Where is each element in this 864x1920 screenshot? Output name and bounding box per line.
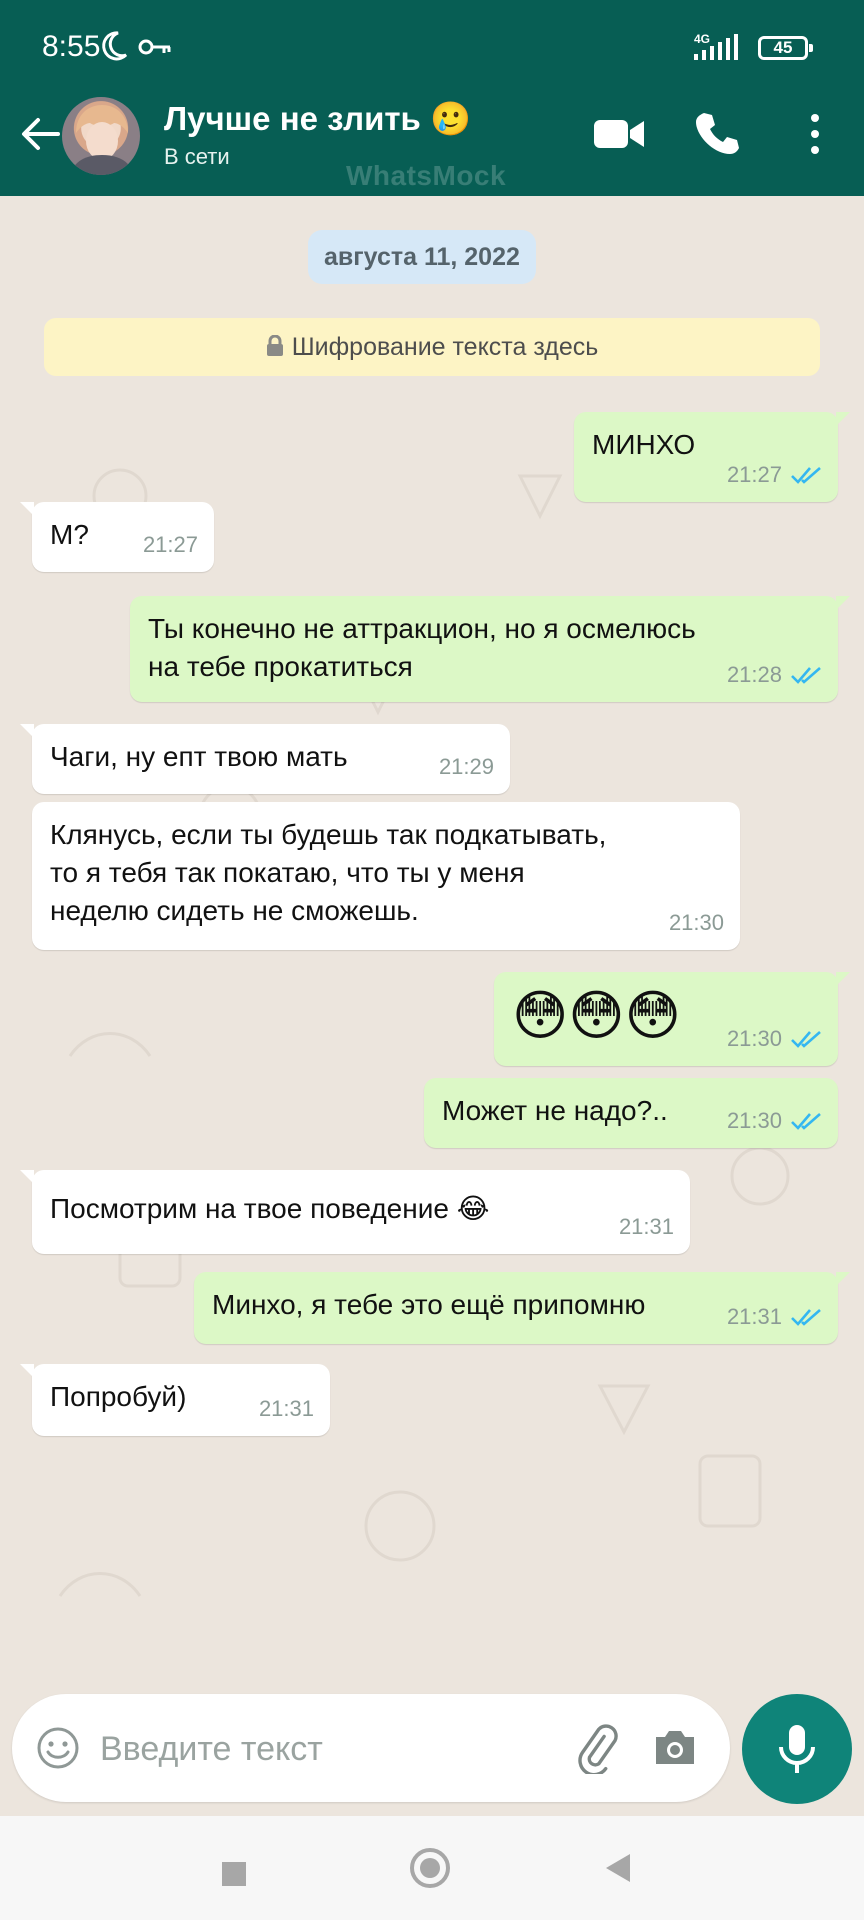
more-options-icon[interactable]	[800, 110, 830, 158]
message-outgoing[interactable]: Минхо, я тебе это ещё припомню 21:31	[194, 1272, 850, 1344]
message-input[interactable]	[98, 1722, 562, 1776]
message-text: Попробуй)	[50, 1381, 187, 1412]
message-time: 21:30	[726, 1108, 782, 1133]
message-time: 21:28	[726, 662, 782, 687]
message-incoming[interactable]: Клянусь, если ты будешь так подкатывать,…	[32, 802, 740, 950]
contact-name[interactable]: Лучше не злить 🥲	[164, 100, 471, 139]
read-ticks-icon	[791, 667, 821, 684]
phone-icon[interactable]	[694, 110, 740, 156]
message-time: 21:31	[726, 1304, 782, 1329]
message-incoming[interactable]: М? 21:27	[20, 502, 214, 572]
message-outgoing[interactable]: 😳😳😳 21:30	[494, 972, 850, 1066]
encryption-notice-text: Шифрование текста здесь	[291, 333, 599, 361]
message-text: Минхо, я тебе это ещё припомню	[212, 1289, 646, 1320]
message-text: Посмотрим на твое поведение 😂	[50, 1193, 490, 1224]
key-icon	[138, 39, 171, 55]
message-incoming[interactable]: Попробуй) 21:31	[20, 1364, 330, 1436]
message-time: 21:30	[668, 910, 724, 935]
message-outgoing[interactable]: Ты конечно не аттракцион, но я осмелюсь …	[130, 596, 850, 702]
battery-level: 45	[773, 38, 793, 57]
message-time: 21:31	[258, 1396, 314, 1421]
message-text: 😳😳😳	[512, 986, 681, 1046]
video-call-icon[interactable]	[592, 112, 646, 156]
mic-button[interactable]	[742, 1694, 852, 1804]
microphone-icon	[779, 1725, 815, 1773]
signal-icon: 4G	[692, 32, 744, 62]
chat-area[interactable]: августа 11, 2022 Шифрование текста здесь…	[0, 196, 864, 1690]
message-text: Клянусь, если ты будешь так подкатывать,…	[50, 819, 607, 926]
message-outgoing[interactable]: Может не надо?.. 21:30	[424, 1078, 838, 1148]
message-time: 21:27	[142, 532, 198, 557]
emoji-icon[interactable]	[36, 1726, 80, 1770]
status-time: 8:55	[42, 30, 101, 63]
recents-button[interactable]	[222, 1862, 246, 1886]
battery-icon: 45	[758, 36, 813, 60]
camera-icon[interactable]	[652, 1724, 698, 1770]
message-incoming[interactable]: Посмотрим на твое поведение 😂 21:31	[20, 1170, 690, 1254]
watermark: WhatsMock	[346, 160, 507, 191]
moon-icon	[102, 31, 128, 61]
chat-header: Лучше не злить 🥲 В сети WhatsMock	[0, 92, 864, 196]
read-ticks-icon	[791, 1031, 821, 1048]
message-text: Ты конечно не аттракцион, но я осмелюсь …	[148, 613, 696, 682]
paperclip-icon[interactable]	[572, 1722, 620, 1774]
encryption-notice[interactable]: Шифрование текста здесь	[44, 318, 820, 376]
message-time: 21:30	[726, 1026, 782, 1051]
message-text: МИНХО	[592, 429, 696, 460]
message-text: М?	[50, 519, 89, 550]
message-text: Чаги, ну епт твою мать	[50, 741, 348, 772]
status-bar: 8:55 4G 45	[0, 0, 864, 92]
read-ticks-icon	[791, 467, 821, 484]
message-text: Может не надо?..	[442, 1095, 668, 1126]
contact-status: В сети	[164, 144, 230, 169]
read-ticks-icon	[791, 1113, 821, 1130]
message-time: 21:29	[438, 754, 494, 779]
message-outgoing[interactable]: МИНХО 21:27	[574, 412, 850, 502]
message-time: 21:27	[726, 462, 782, 487]
read-ticks-icon	[791, 1309, 821, 1326]
message-incoming[interactable]: Чаги, ну епт твою мать 21:29	[20, 724, 510, 794]
date-chip: августа 11, 2022	[308, 230, 536, 284]
back-arrow-icon[interactable]	[18, 112, 62, 156]
lock-icon	[266, 335, 283, 356]
home-button[interactable]	[410, 1848, 450, 1888]
avatar[interactable]	[62, 97, 140, 175]
message-composer	[12, 1694, 730, 1802]
app-header: 8:55 4G 45 Лучше не злить 🥲 В сети Whats…	[0, 0, 864, 196]
system-back-button[interactable]	[606, 1854, 630, 1882]
message-time: 21:31	[618, 1214, 674, 1239]
